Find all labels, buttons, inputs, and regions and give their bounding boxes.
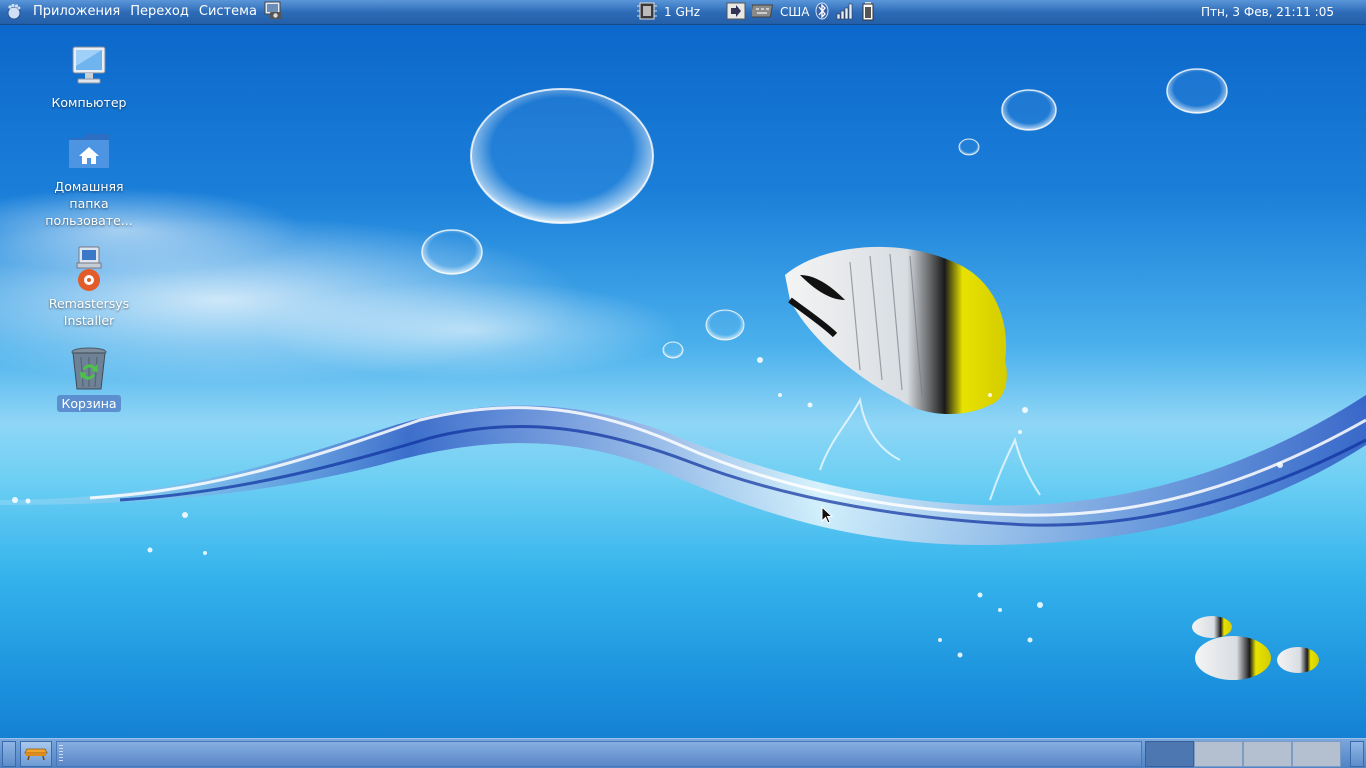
workspace-3[interactable]	[1243, 741, 1292, 767]
desktop-icon-trash[interactable]: Корзина	[44, 345, 134, 412]
menu-places[interactable]: Переход	[125, 0, 194, 24]
desktop-icon-remastersys[interactable]: Remastersys Installer	[44, 245, 134, 329]
main-menu-bar: Приложения Переход Система	[4, 0, 284, 24]
window-list[interactable]	[56, 741, 1142, 767]
bottom-panel	[0, 738, 1366, 768]
small-fish-group	[1192, 616, 1319, 680]
clock[interactable]: Птн, 3 Фев, 21:11 :05	[1201, 0, 1334, 24]
cpu-frequency-label: 1 GHz	[664, 5, 701, 19]
menu-applications[interactable]: Приложения	[28, 0, 125, 24]
water-wave	[0, 395, 1366, 545]
menu-system[interactable]: Система	[194, 0, 262, 24]
desktop-icon-computer[interactable]: Компьютер	[44, 44, 134, 111]
network-manager-icon[interactable]	[726, 2, 746, 23]
signal-strength-icon[interactable]	[835, 2, 855, 23]
desktop-icon-home-folder[interactable]: Домашняя папка пользовате...	[44, 128, 134, 229]
show-desktop-icon	[24, 743, 48, 765]
cpu-chip-icon	[636, 1, 658, 24]
desktop-icon-label: Корзина	[57, 395, 121, 412]
computer-icon	[65, 44, 113, 92]
mouse-cursor-icon	[821, 505, 834, 528]
trash-icon	[65, 345, 113, 393]
home-folder-icon	[65, 128, 113, 176]
workspace-1[interactable]	[1145, 741, 1194, 767]
installer-icon	[65, 245, 113, 293]
system-tray: США	[726, 0, 875, 24]
wallpaper-artwork	[0, 68, 1366, 680]
butterfly-fish	[785, 246, 1007, 415]
workspace-4[interactable]	[1292, 741, 1341, 767]
keyboard-icon[interactable]	[749, 2, 774, 23]
screenshot-tool-icon[interactable]	[262, 0, 284, 24]
desktop-wallpaper	[0, 0, 1366, 768]
gnome-foot-icon[interactable]	[4, 2, 24, 22]
show-desktop-button[interactable]	[20, 741, 52, 767]
workspace-switcher	[1145, 741, 1341, 767]
panel-drag-handle[interactable]	[2, 741, 16, 767]
top-panel: Приложения Переход Система 1 GHz США Птн…	[0, 0, 1366, 25]
bluetooth-icon[interactable]	[815, 2, 829, 23]
desktop-icon-label: Домашняя папка пользовате...	[45, 179, 133, 228]
keyboard-layout-label[interactable]: США	[780, 5, 809, 19]
desktop-icon-label: Remastersys Installer	[48, 296, 130, 328]
panel-drag-handle-right[interactable]	[1350, 741, 1364, 767]
desktop-icon-label: Компьютер	[51, 95, 127, 110]
workspace-2[interactable]	[1194, 741, 1243, 767]
battery-icon[interactable]	[861, 1, 875, 24]
cpu-frequency-monitor[interactable]: 1 GHz	[636, 0, 700, 24]
